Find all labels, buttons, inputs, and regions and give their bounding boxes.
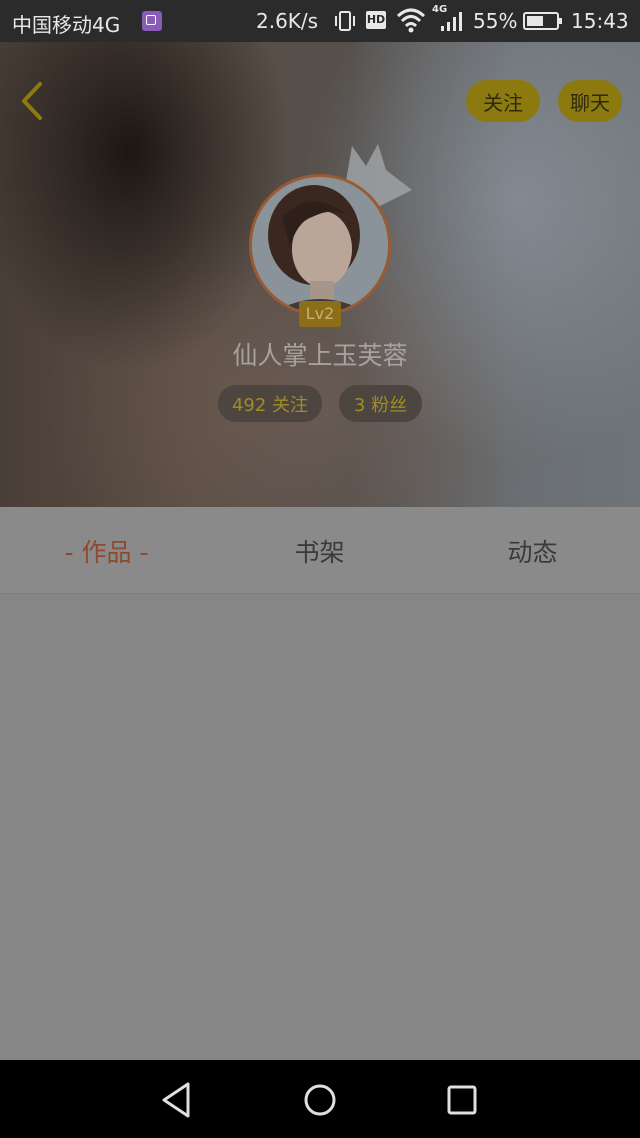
gallery-notification-icon	[142, 11, 162, 31]
vibrate-icon	[333, 9, 357, 38]
battery-icon	[523, 12, 562, 30]
signal-icon	[440, 12, 466, 37]
wifi-icon	[396, 6, 426, 39]
chevron-left-icon	[22, 82, 42, 120]
profile-header: 关注 聊天 Lv2 仙人掌上玉芙蓉 492 关注 3 粉丝	[0, 42, 640, 507]
level-badge: Lv2	[299, 301, 341, 327]
following-count[interactable]: 492 关注	[218, 385, 322, 422]
carrier-label: 中国移动4G	[12, 13, 121, 37]
follow-button[interactable]: 关注	[466, 80, 540, 122]
network-speed: 2.6K/s	[256, 9, 319, 33]
nav-back-button[interactable]	[156, 1078, 200, 1122]
profile-tabs: - 作品 - 书架 动态	[0, 507, 640, 594]
status-bar: 中国移动4G 2.6K/s HD 4G 55% 15:43	[0, 0, 640, 42]
circle-home-icon	[304, 1084, 336, 1116]
clock: 15:43	[571, 9, 629, 33]
tab-bookshelf[interactable]: 书架	[213, 507, 426, 594]
nav-home-button[interactable]	[298, 1078, 342, 1122]
avatar-image	[252, 177, 388, 313]
tab-works[interactable]: - 作品 -	[0, 507, 213, 594]
nav-recents-button[interactable]	[440, 1078, 484, 1122]
back-button[interactable]	[14, 76, 58, 126]
tab-content-area	[0, 594, 640, 1060]
tab-activity[interactable]: 动态	[426, 507, 639, 594]
avatar[interactable]	[249, 174, 391, 316]
triangle-back-icon	[162, 1082, 190, 1118]
square-recents-icon	[447, 1085, 477, 1115]
fans-count[interactable]: 3 粉丝	[339, 385, 422, 422]
battery-percent: 55%	[473, 9, 518, 33]
hd-voice-icon: HD	[366, 11, 386, 29]
username: 仙人掌上玉芙蓉	[232, 341, 408, 370]
system-nav-bar	[0, 1060, 640, 1138]
chat-button[interactable]: 聊天	[558, 80, 622, 122]
